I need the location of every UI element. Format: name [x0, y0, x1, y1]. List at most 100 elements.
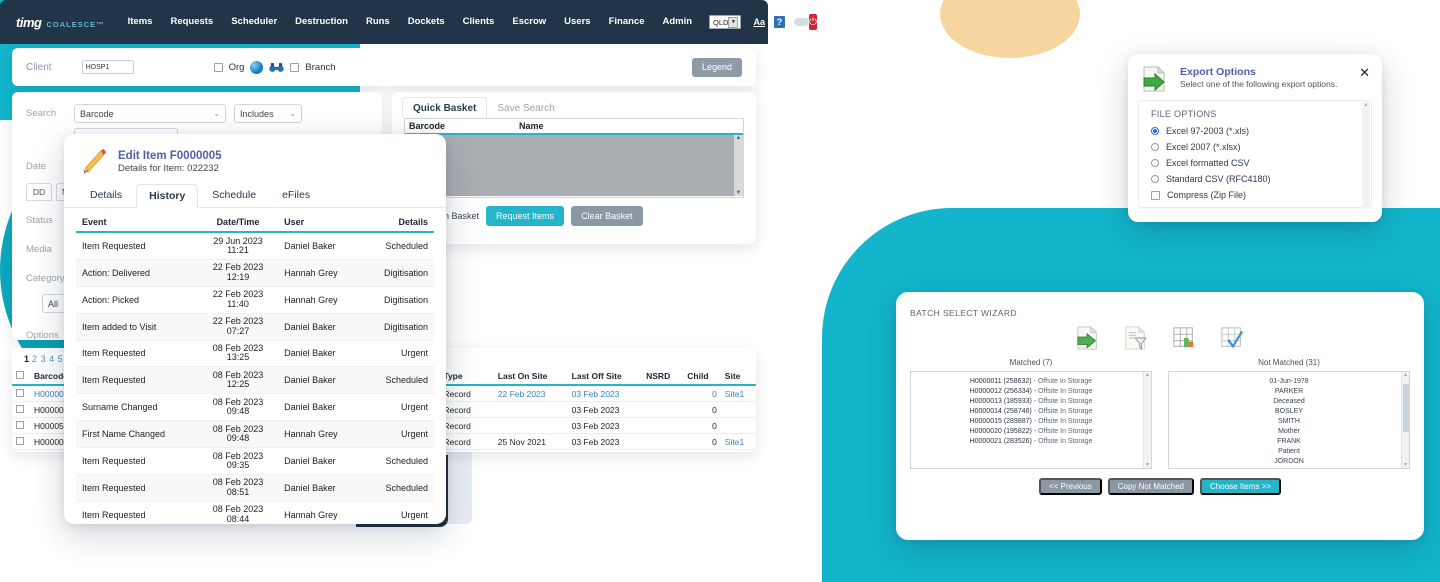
table-row[interactable]: Item Requested 08 Feb 2023 13:25 Daniel Bak…	[76, 340, 434, 368]
copy-not-matched-button[interactable]: Copy Not Matched	[1107, 478, 1195, 495]
help-icon[interactable]: ?	[773, 16, 785, 28]
table-row[interactable]: Item Requested 08 Feb 2023 08:51 Daniel Bak…	[76, 474, 434, 502]
list-item[interactable]: 01-Jun-1978	[1181, 377, 1397, 387]
checkbox-icon	[1151, 190, 1160, 200]
table-row[interactable]: Item Requested 08 Feb 2023 12:25 Daniel Bak…	[76, 366, 434, 395]
checkbox-compress-zip[interactable]: Compress (Zip File)	[1151, 190, 1359, 200]
results-column-last-off-site[interactable]: Last Off Site	[567, 368, 643, 386]
list-item[interactable]: SMITH	[1181, 417, 1397, 427]
nav-item-scheduler[interactable]: Scheduler	[222, 0, 286, 44]
grid-check-icon[interactable]	[1219, 326, 1245, 350]
matched-scrollbar[interactable]: ▲ ▼	[1143, 372, 1151, 468]
nav-item-users[interactable]: Users	[555, 0, 599, 44]
nav-item-runs[interactable]: Runs	[357, 0, 399, 44]
page-4[interactable]: 4	[49, 354, 54, 364]
page-1[interactable]: 1	[24, 354, 29, 364]
row-select-cell[interactable]	[12, 417, 30, 434]
row-select-cell[interactable]	[12, 385, 30, 402]
list-item[interactable]: Mother	[1181, 427, 1397, 437]
list-item[interactable]: H0000011 (258632) - Offsite In Storage	[923, 377, 1139, 387]
binoculars-icon[interactable]	[269, 62, 285, 73]
font-size-icon[interactable]: Aa	[753, 17, 765, 27]
page-3[interactable]: 3	[41, 354, 46, 364]
table-row[interactable]: Item Requested 08 Feb 2023 09:35 Daniel Bak…	[76, 447, 434, 475]
branch-checkbox[interactable]	[290, 62, 300, 72]
radio-excel-2007[interactable]: Excel 2007 (*.xlsx)	[1151, 142, 1359, 152]
nav-item-finance[interactable]: Finance	[600, 0, 654, 44]
radio-standard-csv[interactable]: Standard CSV (RFC4180)	[1151, 174, 1359, 184]
table-row[interactable]: First Name Changed 08 Feb 2023 09:48 Hannah…	[76, 420, 434, 448]
clear-basket-button[interactable]: Clear Basket	[571, 206, 643, 226]
tab-details[interactable]: Details	[78, 184, 134, 207]
select-all-checkbox[interactable]	[16, 371, 24, 379]
request-items-button[interactable]: Request Items	[486, 206, 565, 226]
choose-items-button[interactable]: Choose Items >>	[1200, 478, 1281, 495]
matched-list[interactable]: H0000011 (258632) - Offsite In Storage H0…	[910, 371, 1152, 469]
radio-excel-97[interactable]: Excel 97-2003 (*.xls)	[1151, 126, 1359, 136]
row-checkbox[interactable]	[16, 420, 24, 429]
globe-icon[interactable]	[250, 60, 264, 74]
nav-item-admin[interactable]: Admin	[653, 0, 701, 44]
not-matched-list[interactable]: 01-Jun-1978 PARKER Deceased BOSLEY SMITH Moth…	[1168, 371, 1410, 469]
list-item[interactable]: H0000012 (256334) - Offsite In Storage	[923, 387, 1139, 397]
table-row[interactable]: Action: Picked 22 Feb 2023 11:40 Hannah Gre…	[76, 286, 434, 314]
power-icon[interactable]: ⏻	[808, 14, 817, 30]
basket-scrollbar[interactable]: ▲ ▼	[734, 135, 743, 196]
nav-item-clients[interactable]: Clients	[454, 0, 504, 44]
page-2[interactable]: 2	[32, 354, 37, 364]
list-item[interactable]: BOSLEY	[1181, 407, 1397, 417]
nav-item-requests[interactable]: Requests	[161, 0, 222, 44]
list-item[interactable]: H0000013 (185933) - Offsite In Storage	[923, 397, 1139, 407]
tab-efiles[interactable]: eFiles	[270, 184, 322, 207]
legend-button[interactable]: Legend	[691, 57, 742, 77]
nav-item-items[interactable]: Items	[119, 0, 162, 44]
nav-item-destruction[interactable]: Destruction	[286, 0, 357, 44]
list-item[interactable]: H0000015 (289887) - Offsite In Storage	[923, 417, 1139, 427]
list-item[interactable]: FRANK	[1181, 437, 1397, 447]
not-matched-scrollbar[interactable]: ▲ ▼	[1401, 372, 1409, 468]
grid-add-icon[interactable]	[1171, 326, 1197, 350]
results-column-nsrd[interactable]: NSRD	[642, 368, 684, 386]
export-scrollbar[interactable]	[1362, 102, 1370, 208]
client-input[interactable]: HOSP1	[81, 60, 134, 74]
list-item[interactable]: JORDON	[1181, 457, 1397, 467]
list-item[interactable]: H0000014 (258746) - Offsite In Storage	[923, 407, 1139, 417]
table-row[interactable]: Item Requested 08 Feb 2023 08:44 Hannah Gre…	[76, 501, 434, 524]
row-select-cell[interactable]	[12, 433, 30, 450]
tab-history[interactable]: History	[136, 184, 199, 208]
page-5[interactable]: 5	[58, 354, 63, 364]
list-item[interactable]: H0000020 (195822) - Offsite In Storage	[923, 427, 1139, 437]
results-column-site[interactable]: Site	[720, 368, 756, 386]
tab-quick-basket[interactable]: Quick Basket	[402, 97, 488, 118]
org-checkbox[interactable]	[213, 62, 223, 72]
row-checkbox[interactable]	[16, 436, 24, 445]
row-checkbox[interactable]	[16, 388, 24, 397]
table-row[interactable]: Surname Changed 08 Feb 2023 09:48 Daniel Ba…	[76, 393, 434, 422]
list-item[interactable]: PARKER	[1181, 387, 1397, 397]
row-select-cell[interactable]	[12, 401, 30, 418]
nav-item-dockets[interactable]: Dockets	[399, 0, 454, 44]
table-row[interactable]: Item Requested 29 Jun 2023 11:21 Daniel Bak…	[76, 232, 434, 260]
close-icon[interactable]: ✕	[1359, 66, 1370, 79]
list-item[interactable]: H0000021 (283526) - Offsite In Storage	[923, 437, 1139, 447]
list-item[interactable]: Deceased	[1181, 397, 1397, 407]
tab-schedule[interactable]: Schedule	[200, 184, 268, 207]
filter-file-icon[interactable]	[1123, 326, 1149, 350]
brand-logo[interactable]: timg COALESCE™	[10, 15, 105, 30]
list-item[interactable]: Patient	[1181, 447, 1397, 457]
row-checkbox[interactable]	[16, 404, 24, 413]
nav-item-escrow[interactable]: Escrow	[503, 0, 555, 44]
table-row[interactable]: Action: Delivered 22 Feb 2023 12:19 Hannah …	[76, 259, 434, 287]
previous-button[interactable]: << Previous	[1039, 478, 1102, 495]
results-column-child[interactable]: Child	[683, 368, 721, 386]
search-field-select[interactable]: Barcode ⌄	[74, 104, 226, 123]
date-day-input[interactable]: DD	[26, 183, 52, 201]
export-file-icon[interactable]	[1075, 326, 1101, 350]
table-row[interactable]: Item added to Visit 22 Feb 2023 07:27 Danie…	[76, 313, 434, 341]
region-select[interactable]: QLD ▼	[709, 15, 742, 29]
radio-excel-csv[interactable]: Excel formatted CSV	[1151, 158, 1359, 168]
search-operator-select[interactable]: Includes ⌄	[234, 104, 302, 123]
cloud-icon[interactable]	[793, 18, 809, 26]
results-column-last-on-site[interactable]: Last On Site	[493, 368, 568, 386]
tab-save-search[interactable]: Save Search	[487, 98, 564, 118]
